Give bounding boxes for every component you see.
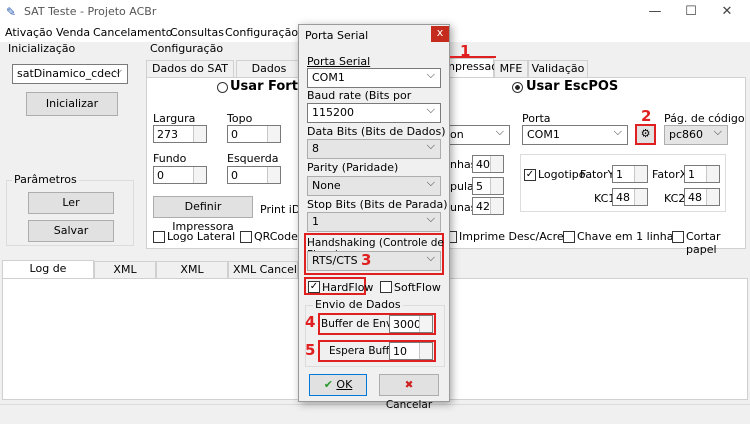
print-id-label: Print iD bbox=[260, 203, 301, 216]
salvar-button[interactable]: Salvar bbox=[28, 220, 114, 242]
kc1-spin[interactable]: 48 bbox=[612, 188, 648, 206]
minimize-button[interactable]: — bbox=[640, 2, 670, 22]
close-button[interactable]: ✕ bbox=[712, 2, 742, 22]
esquerda-label: Esquerda bbox=[227, 152, 279, 165]
check-icon: ✔ bbox=[323, 378, 333, 391]
tab-log-comandos[interactable]: Log de Comandos bbox=[2, 260, 94, 291]
cancelar-label: Cancelar bbox=[385, 399, 433, 411]
menu-ativacao[interactable]: Ativação bbox=[5, 26, 52, 39]
largura-label: Largura bbox=[153, 112, 196, 125]
buffer-envio-spin[interactable]: 3000 bbox=[389, 315, 433, 333]
pag-codigo-label: Pág. de código bbox=[664, 112, 745, 125]
porta-label: Porta bbox=[522, 112, 551, 125]
imprime-desc-label: Imprime Desc/Acres bbox=[459, 230, 570, 243]
data-bits-label: Data Bits (Bits de Dados) bbox=[307, 125, 446, 138]
marker-5: 5 bbox=[305, 341, 316, 359]
kc2-spin[interactable]: 48 bbox=[684, 188, 720, 206]
app-icon: ✎ bbox=[6, 5, 17, 19]
hardflow-checkbox[interactable]: ✓ bbox=[308, 281, 320, 293]
tab-dados-emitente[interactable]: Dados Emiten bbox=[236, 60, 302, 91]
menu-consultas[interactable]: Consultas bbox=[170, 26, 224, 39]
tab-mfe[interactable]: MFE bbox=[494, 60, 528, 77]
handshaking-combo[interactable]: RTS/CTS bbox=[307, 249, 441, 271]
dialog-title: Porta Serial bbox=[305, 29, 369, 42]
topo-spin[interactable]: 0 bbox=[227, 125, 281, 143]
menu-configuracao[interactable]: Configuração bbox=[225, 26, 298, 39]
fatorx-spin[interactable]: 1 bbox=[684, 165, 720, 183]
fundo-spin[interactable]: 0 bbox=[153, 166, 207, 184]
tab-dados-sat[interactable]: Dados do SAT CFe bbox=[146, 60, 234, 91]
x-icon: ✖ bbox=[404, 379, 414, 391]
init-legend: Inicialização bbox=[6, 42, 78, 55]
porta-combo[interactable]: COM1 bbox=[522, 123, 628, 145]
radio-escpos[interactable] bbox=[512, 82, 523, 93]
cortar-papel-label: Cortar papel bbox=[686, 230, 721, 256]
pag-codigo-combo[interactable]: pc860 bbox=[664, 123, 728, 145]
stop-bits-combo[interactable]: 1 bbox=[307, 210, 441, 232]
menu-cancelamento[interactable]: Cancelamento bbox=[93, 26, 173, 39]
largura-spin[interactable]: 273 bbox=[153, 125, 207, 143]
porta-serial-combo[interactable]: COM1 bbox=[307, 66, 441, 88]
kc2-label: KC2 bbox=[664, 192, 686, 205]
hardflow-label: HardFlow bbox=[322, 281, 374, 294]
logo-lateral-label: Logo Lateral bbox=[167, 230, 236, 243]
topo-label: Topo bbox=[227, 112, 253, 125]
fundo-label: Fundo bbox=[153, 152, 187, 165]
maximize-button[interactable]: ☐ bbox=[676, 2, 706, 22]
baud-rate-combo[interactable]: 115200 bbox=[307, 101, 441, 123]
marker-1-underline bbox=[450, 56, 496, 58]
params-legend: Parâmetros bbox=[12, 173, 79, 186]
chave-linha-label: Chave em 1 linha bbox=[577, 230, 674, 243]
marker-4: 4 bbox=[305, 313, 316, 331]
pular-spin[interactable]: 5 bbox=[472, 177, 504, 195]
dialog-close-button[interactable]: x bbox=[431, 26, 449, 42]
ler-button[interactable]: Ler bbox=[28, 192, 114, 214]
espera-buffer-spin[interactable]: 10 bbox=[389, 342, 433, 360]
marker-2: 2 bbox=[641, 107, 652, 125]
title-bar: ✎ SAT Teste - Projeto ACBr — ☐ ✕ bbox=[0, 0, 750, 24]
window-title: SAT Teste - Projeto ACBr bbox=[24, 5, 157, 18]
porta-serial-label: Porta Serial bbox=[307, 55, 371, 68]
linhas-spin[interactable]: 40 bbox=[472, 155, 504, 173]
parity-label: Parity (Paridade) bbox=[307, 161, 399, 174]
sat-lib-combo[interactable]: satDinamico_cdecl bbox=[12, 62, 128, 84]
cortar-papel-checkbox[interactable] bbox=[672, 231, 684, 243]
logotipo-label: Logotipo bbox=[538, 168, 586, 181]
esquerda-spin[interactable]: 0 bbox=[227, 166, 281, 184]
radio-fortes[interactable] bbox=[217, 82, 228, 93]
chave-linha-checkbox[interactable] bbox=[563, 231, 575, 243]
modelo-combo[interactable]: on bbox=[448, 123, 510, 145]
softflow-label: SoftFlow bbox=[394, 281, 441, 294]
inicializar-button[interactable]: Inicializar bbox=[26, 92, 118, 116]
config-legend: Configuração bbox=[148, 42, 226, 55]
tab-xml-gerado[interactable]: XML Gerado bbox=[94, 261, 156, 292]
status-bar bbox=[0, 404, 750, 424]
parity-combo[interactable]: None bbox=[307, 174, 441, 196]
menu-venda[interactable]: Venda bbox=[56, 26, 90, 39]
fatory-label: FatorY bbox=[580, 168, 615, 181]
porta-config-button[interactable]: ⚙ bbox=[635, 124, 656, 145]
data-bits-combo[interactable]: 8 bbox=[307, 137, 441, 159]
colunas-spin[interactable]: 42 bbox=[472, 197, 504, 215]
fatory-spin[interactable]: 1 bbox=[612, 165, 648, 183]
definir-impressora-button[interactable]: Definir Impressora bbox=[153, 196, 253, 233]
logo-lateral-checkbox[interactable] bbox=[153, 231, 165, 243]
porta-serial-dialog: Porta Serial x Porta Serial COM1 Baud ra… bbox=[298, 24, 450, 411]
marker-3: 3 bbox=[361, 251, 372, 269]
logotipo-checkbox[interactable]: ✓ bbox=[524, 169, 536, 181]
fatorx-label: FatorX bbox=[652, 168, 688, 181]
serial-settings-icon: ⚙ bbox=[640, 127, 651, 140]
envio-dados-legend: Envio de Dados bbox=[313, 298, 403, 311]
softflow-checkbox[interactable] bbox=[380, 281, 392, 293]
cancelar-button[interactable]: ✖ Cancelar bbox=[379, 374, 439, 411]
tab-xml-cancelamento[interactable]: XML Cancelam bbox=[228, 261, 298, 278]
qrcode-lateral-checkbox[interactable] bbox=[240, 231, 252, 243]
ok-button[interactable]: ✔ OK bbox=[309, 374, 367, 396]
tab-xml-recebido[interactable]: XML Recebido bbox=[156, 261, 228, 292]
tab-validacao[interactable]: Validação bbox=[528, 60, 588, 77]
ok-label: OK bbox=[336, 378, 353, 391]
radio-escpos-label: Usar EscPOS bbox=[526, 79, 619, 94]
